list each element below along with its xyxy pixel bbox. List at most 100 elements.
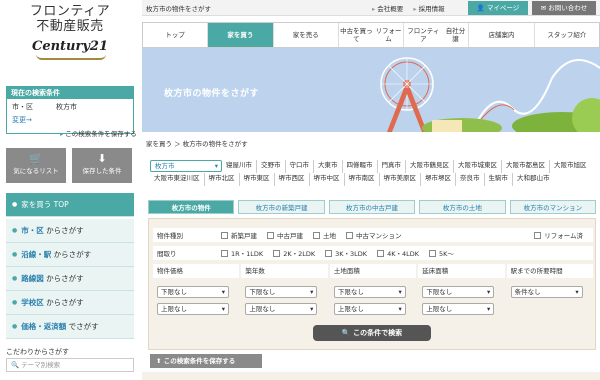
tab-used-house[interactable]: 枚方市の中古戸建 [328, 200, 416, 214]
change-link[interactable]: 変更→ [7, 112, 133, 128]
checkbox-icon [313, 231, 320, 239]
gnav-label-2: リフォーム [375, 27, 402, 43]
gnav-label: 店舗案内 [488, 31, 515, 39]
gnav-label: フロンティア [407, 27, 440, 43]
type-checkbox[interactable]: 土地 [313, 230, 336, 240]
station-time-select[interactable]: 条件なし [510, 286, 583, 298]
age-upper-select[interactable]: 上限なし [245, 303, 318, 315]
save-search-button[interactable]: ⬆ この検索条件を保存する [150, 354, 262, 368]
logo-line1: フロンティア [29, 4, 111, 19]
side-nav-hl: 市・区 [21, 226, 44, 235]
layout-checkbox[interactable]: 4K・4LDK [377, 248, 419, 258]
breadcrumb: 家を買う ＞ 枚方市の物件をさがす [146, 140, 248, 148]
side-nav-route[interactable]: 路線図 からさがす [6, 267, 134, 291]
gnav-label: スタッフ紹介 [547, 31, 587, 39]
current-conditions: 現在の検索条件 市・区 枚方市 変更→ [6, 86, 134, 134]
type-checkbox[interactable]: 新築戸建 [221, 230, 257, 240]
layout-checkbox[interactable]: 3K・3LDK [325, 248, 367, 258]
land-upper-select[interactable]: 上限なし [333, 303, 406, 315]
left-sidebar: フロンティア 不動産販売 Century21 現在の検索条件 市・区 枚方市 変… [0, 0, 140, 380]
city-link[interactable]: 交野市 [257, 160, 286, 173]
favorites-button[interactable]: 🛒 気になるリスト [6, 148, 66, 183]
city-link[interactable]: 大阪市東淀川区 [150, 173, 205, 186]
price-lower-select[interactable]: 下限なし [157, 286, 229, 298]
city-link[interactable]: 守口市 [286, 160, 314, 173]
city-link[interactable]: 堺市堺区 [421, 173, 456, 186]
gnav-staff[interactable]: スタッフ紹介 [535, 23, 599, 47]
side-nav: 家を買う TOP 市・区 からさがす 沿線・駅 からさがす 路線図 からさがす … [6, 193, 134, 339]
tab-land[interactable]: 枚方市の土地 [419, 200, 506, 214]
saved-label: 保存した条件 [82, 167, 122, 175]
city-link[interactable]: 奈良市 [456, 173, 485, 186]
city-link[interactable]: 大阪市都島区 [502, 160, 550, 173]
side-nav-rest: からさがす [43, 226, 84, 235]
gnav-buy[interactable]: 家を買う [208, 23, 274, 47]
tab-mansion[interactable]: 枚方市のマンション [509, 200, 597, 214]
main-content: 枚方市の物件をさがす 会社概要 採用情報 👤 マイページ ✉ お問い合わせ トッ… [142, 0, 600, 380]
price-upper-select[interactable]: 上限なし [157, 303, 229, 315]
mypage-button[interactable]: 👤 マイページ [468, 1, 528, 15]
upper-select-row: 上限なし 上限なし 上限なし 上限なし [153, 303, 593, 315]
city-link[interactable]: 大阪市旭区 [550, 160, 591, 173]
gnav-frontier[interactable]: フロンティア 自社分譲 [404, 23, 470, 47]
side-nav-buy-top[interactable]: 家を買う TOP [6, 193, 134, 217]
tab-new-house[interactable]: 枚方市の新築戸建 [238, 200, 325, 214]
city-link[interactable]: 大和郡山市 [513, 173, 554, 186]
side-nav-line[interactable]: 沿線・駅 からさがす [6, 243, 134, 267]
gnav-label: 家を買う [227, 31, 254, 39]
city-link[interactable]: 寝屋川市 [222, 160, 257, 173]
reform-label: リフォーム済 [544, 232, 583, 240]
checkbox-icon [429, 249, 436, 257]
logo-line2: 不動産販売 [36, 19, 104, 34]
gnav-stores[interactable]: 店舗案内 [469, 23, 535, 47]
filter-headers: 物件価格 築年数 土地面積 延床面積 駅までの所要時間 [153, 264, 594, 278]
gnav-top[interactable]: トップ [143, 23, 209, 47]
type-checkbox[interactable]: 中古マンション [346, 230, 402, 240]
layout-checkbox[interactable]: 2K・2LDK [273, 248, 315, 258]
recruit-link[interactable]: 採用情報 [413, 5, 444, 13]
city-link[interactable]: 堺市中区 [310, 173, 345, 186]
reform-checkbox[interactable]: リフォーム済 [534, 230, 583, 240]
tab-all[interactable]: 枚方市の物件 [148, 200, 235, 214]
side-nav-price[interactable]: 価格・返済額 でさがす [6, 315, 134, 339]
checkbox-icon [267, 231, 274, 239]
logo-swoosh [36, 54, 106, 60]
side-nav-rest: でさがす [66, 322, 99, 331]
city-link[interactable]: 門真市 [378, 160, 406, 173]
floor-lower-select[interactable]: 下限なし [422, 286, 495, 298]
city-link[interactable]: 四條畷市 [343, 160, 378, 173]
age-lower-select[interactable]: 下限なし [245, 286, 318, 298]
city-link[interactable]: 大阪市城東区 [454, 160, 502, 173]
side-nav-city[interactable]: 市・区 からさがす [6, 219, 134, 243]
city-link[interactable]: 堺市美原区 [380, 173, 421, 186]
floor-upper-select[interactable]: 上限なし [422, 303, 495, 315]
company-link[interactable]: 会社概要 [372, 5, 403, 13]
city-link[interactable]: 大阪市鶴見区 [406, 160, 454, 173]
side-nav-school[interactable]: 学校区 からさがす [6, 291, 134, 315]
city-link[interactable]: 生駒市 [485, 173, 513, 186]
theme-search-input[interactable]: 🔍 テーマ別検索 [6, 358, 134, 372]
mypage-label: マイページ [486, 4, 520, 12]
city-link[interactable]: 堺市東区 [240, 173, 275, 186]
logo[interactable]: フロンティア 不動産販売 Century21 [6, 4, 134, 78]
gnav-reform[interactable]: 中古を買って リフォーム [339, 23, 405, 47]
contact-button[interactable]: ✉ お問い合わせ [532, 1, 596, 15]
top-links: 会社概要 採用情報 [372, 3, 453, 13]
save-condition-link[interactable]: この検索条件を保存する [60, 128, 137, 138]
station-time-header: 駅までの所要時間 [506, 264, 594, 278]
layout-checkbox[interactable]: 1R・1LDK [221, 248, 263, 258]
city-link[interactable]: 枚方市 [150, 160, 222, 172]
city-link[interactable]: 大東市 [314, 160, 343, 173]
city-link[interactable]: 堺市北区 [205, 173, 240, 186]
gnav-sell[interactable]: 家を売る [274, 23, 339, 47]
search-button[interactable]: 🔍 この条件で検索 [313, 325, 431, 341]
saved-conditions-button[interactable]: ⬇ 保存した条件 [72, 148, 132, 183]
city-link[interactable]: 堺市南区 [345, 173, 380, 186]
layout-checkbox[interactable]: 5K〜 [429, 248, 454, 258]
land-lower-select[interactable]: 下限なし [333, 286, 406, 298]
type-checkbox[interactable]: 中古戸建 [267, 230, 303, 240]
lower-select-row: 下限なし 下限なし 下限なし 下限なし 条件なし [153, 286, 593, 298]
hero-banner: 枚方市の物件をさがす [142, 48, 600, 132]
city-link[interactable]: 堺市西区 [275, 173, 310, 186]
kodawari-heading: こだわりからさがす [6, 348, 69, 356]
